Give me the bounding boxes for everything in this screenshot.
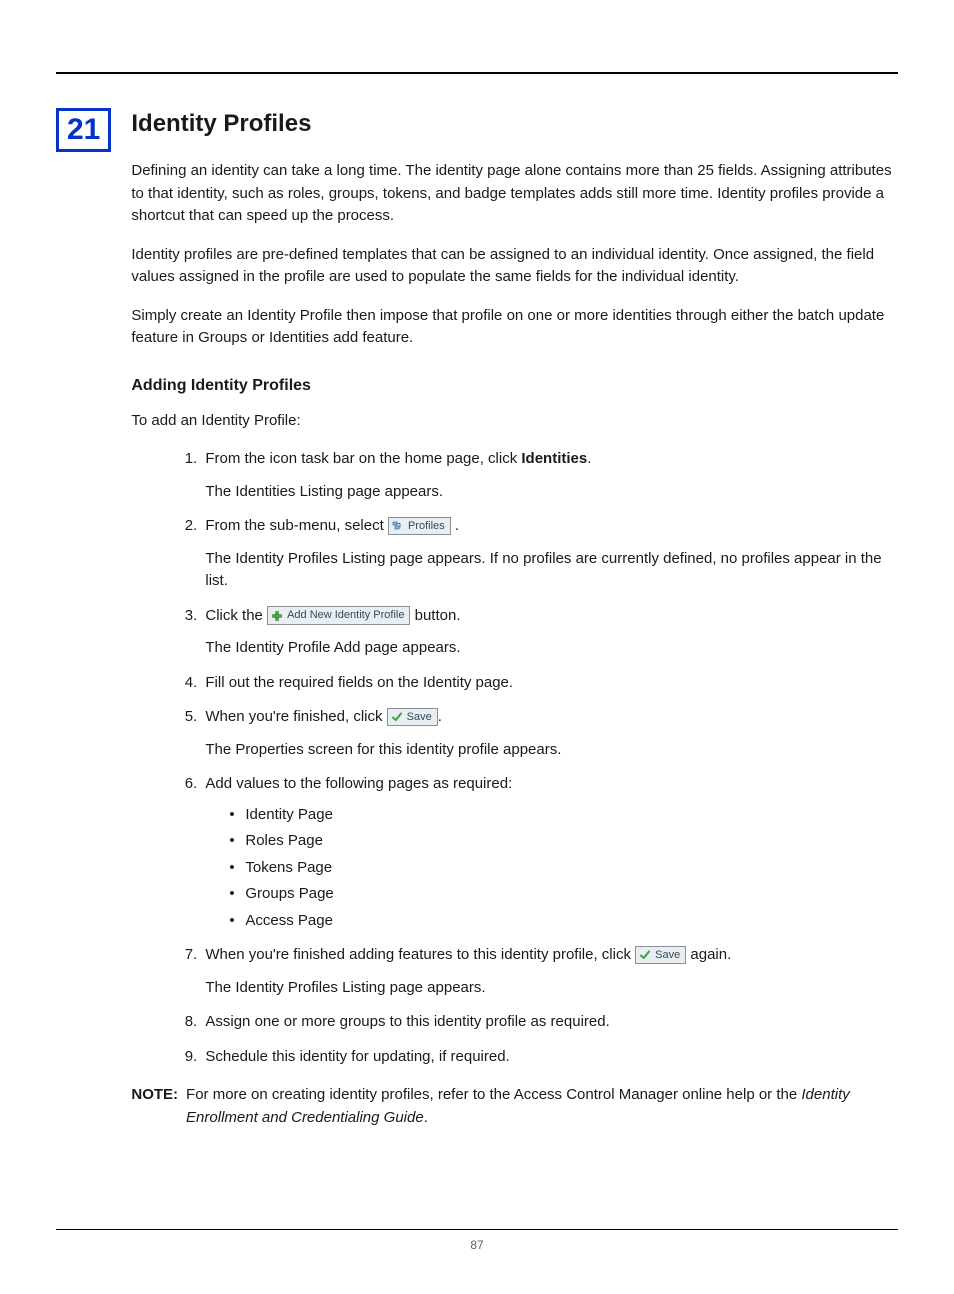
save-button-label: Save: [407, 710, 432, 724]
profiles-icon: [392, 520, 404, 532]
step-text-tail: .: [587, 450, 591, 467]
footer-area: 87: [56, 1229, 898, 1254]
step-result: The Identity Profile Add page appears.: [205, 637, 898, 660]
step-text-tail: button.: [415, 607, 461, 624]
add-new-identity-profile-button[interactable]: Add New Identity Profile: [267, 606, 410, 624]
step-text-tail: again.: [690, 946, 731, 963]
step-text-tail: .: [438, 708, 442, 725]
identities-label: Identities: [521, 450, 587, 467]
save-button[interactable]: Save: [635, 946, 686, 964]
add-new-identity-profile-button-label: Add New Identity Profile: [287, 608, 404, 622]
step-result: The Properties screen for this identity …: [205, 739, 898, 762]
profiles-button[interactable]: Profiles: [388, 517, 451, 535]
list-item: Identity Page: [229, 804, 898, 827]
note-body: For more on creating identity profiles, …: [186, 1084, 898, 1129]
top-horizontal-rule: [56, 72, 898, 74]
step-result: The Identity Profiles Listing page appea…: [205, 548, 898, 593]
intro-paragraph-2: Identity profiles are pre-defined templa…: [131, 244, 898, 289]
step-7: When you're finished adding features to …: [201, 944, 898, 999]
plus-icon: [271, 610, 283, 622]
note-text-tail: .: [424, 1109, 428, 1126]
page-number: 87: [470, 1238, 483, 1252]
step-text: From the icon task bar on the home page,…: [205, 450, 521, 467]
step-6-sublist: Identity Page Roles Page Tokens Page Gro…: [205, 804, 898, 933]
step-text-tail: .: [455, 517, 459, 534]
note-label: NOTE:: [131, 1084, 178, 1129]
list-item: Roles Page: [229, 830, 898, 853]
chapter-number-box: 21: [56, 108, 111, 152]
step-2: From the sub-menu, select Profiles . The…: [201, 515, 898, 593]
section-intro: To add an Identity Profile:: [131, 410, 898, 433]
step-text: When you're finished adding features to …: [205, 946, 635, 963]
step-text: From the sub-menu, select: [205, 517, 388, 534]
note-text: For more on creating identity profiles, …: [186, 1086, 801, 1103]
list-item: Tokens Page: [229, 857, 898, 880]
step-text: Click the: [205, 607, 267, 624]
save-button-label: Save: [655, 948, 680, 962]
note-block: NOTE: For more on creating identity prof…: [131, 1084, 898, 1129]
step-5: When you're finished, click Save . The P…: [201, 706, 898, 761]
list-item: Groups Page: [229, 883, 898, 906]
step-text: Schedule this identity for updating, if …: [205, 1048, 509, 1065]
page-title: Identity Profiles: [131, 106, 898, 142]
step-text: When you're finished, click: [205, 708, 386, 725]
step-text: Add values to the following pages as req…: [205, 775, 512, 792]
step-6: Add values to the following pages as req…: [201, 773, 898, 932]
step-text: Assign one or more groups to this identi…: [205, 1013, 609, 1030]
step-3: Click the Add New Identity Profile butto…: [201, 605, 898, 660]
content-area: Identity Profiles Defining an identity c…: [131, 106, 898, 1129]
check-icon: [391, 711, 403, 723]
step-9: Schedule this identity for updating, if …: [201, 1046, 898, 1069]
step-1: From the icon task bar on the home page,…: [201, 448, 898, 503]
step-8: Assign one or more groups to this identi…: [201, 1011, 898, 1034]
section-heading: Adding Identity Profiles: [131, 374, 898, 398]
step-result: The Identity Profiles Listing page appea…: [205, 977, 898, 1000]
intro-paragraph-3: Simply create an Identity Profile then i…: [131, 305, 898, 350]
step-4: Fill out the required fields on the Iden…: [201, 672, 898, 695]
steps-list: From the icon task bar on the home page,…: [131, 448, 898, 1068]
profiles-button-label: Profiles: [408, 519, 445, 533]
intro-paragraph-1: Defining an identity can take a long tim…: [131, 160, 898, 228]
save-button[interactable]: Save: [387, 708, 438, 726]
step-text: Fill out the required fields on the Iden…: [205, 674, 513, 691]
step-result: The Identities Listing page appears.: [205, 481, 898, 504]
check-icon: [639, 949, 651, 961]
list-item: Access Page: [229, 910, 898, 933]
